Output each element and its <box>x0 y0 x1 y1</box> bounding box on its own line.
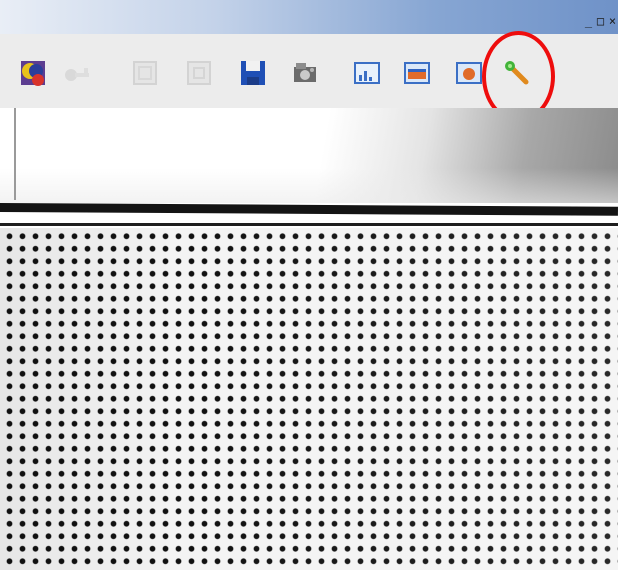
key-icon <box>65 68 89 81</box>
image-zoom-icon <box>456 62 482 84</box>
save-icon <box>241 61 265 85</box>
camera-film-button[interactable] <box>288 56 322 90</box>
frame-alt-button[interactable] <box>182 56 216 90</box>
image-thin-bar <box>0 223 618 226</box>
window-titlebar: _ □ × <box>0 0 618 34</box>
dot-matrix-image <box>0 228 618 570</box>
frame-icon <box>133 61 157 85</box>
image-view-button[interactable] <box>400 56 434 90</box>
minimize-button[interactable]: _ <box>583 15 594 27</box>
image-viewer <box>0 108 618 570</box>
histogram-icon <box>354 62 380 84</box>
toolbar <box>0 34 618 108</box>
image-fade <box>0 168 618 203</box>
histogram-button[interactable] <box>350 56 384 90</box>
maximize-button[interactable]: □ <box>595 15 606 27</box>
frame-button[interactable] <box>128 56 162 90</box>
image-view-icon <box>404 62 430 84</box>
save-button[interactable] <box>236 56 270 90</box>
frame-alt-icon <box>187 61 211 85</box>
image-dark-bar <box>0 203 618 216</box>
close-button[interactable]: × <box>607 15 618 27</box>
key-button[interactable] <box>60 56 94 90</box>
image-zoom-button[interactable] <box>452 56 486 90</box>
magic-wand-icon <box>505 61 529 85</box>
viewer-left-border <box>14 108 16 200</box>
camera-film-icon <box>294 63 316 82</box>
magic-wand-button[interactable] <box>500 56 534 90</box>
window-controls: _ □ × <box>583 14 618 28</box>
color-palette-icon <box>21 61 45 86</box>
color-palette-button[interactable] <box>16 56 50 90</box>
